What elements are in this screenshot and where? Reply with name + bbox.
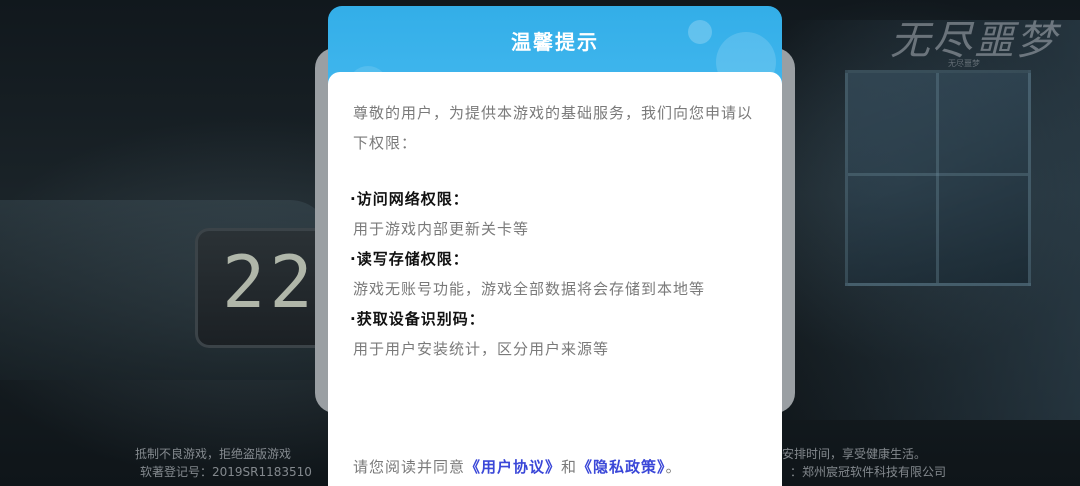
user-agreement-link[interactable]: 《用户协议》: [465, 458, 561, 476]
permission-device-id-desc: 用于用户安装统计，区分用户来源等: [353, 340, 610, 358]
agreement-line: 请您阅读并同意《用户协议》和《隐私政策》。: [353, 456, 682, 477]
agreement-conjunction: 和: [561, 458, 578, 476]
permission-network-title: ·访问网络权限：: [350, 190, 469, 208]
permission-storage-desc: 游戏无账号功能，游戏全部数据将会存储到本地等: [353, 280, 706, 298]
agreement-suffix: 。: [665, 458, 682, 476]
clock-digits: 22: [222, 240, 317, 324]
company-name: ：郑州宸冠软件科技有限公司: [790, 465, 947, 479]
agreement-prefix: 请您阅读并同意: [353, 458, 466, 476]
dialog-intro: 尊敬的用户，为提供本游戏的基础服务，我们向您申请以下权限：: [353, 104, 754, 152]
permission-dialog: 尊敬的用户，为提供本游戏的基础服务，我们向您申请以下权限： ·访问网络权限： 用…: [328, 72, 782, 486]
software-registration: 软著登记号：2019SR1183510: [140, 465, 312, 479]
game-logo-subtitle: 无尽噩梦: [948, 59, 980, 68]
health-notice-right: 理安排时间，享受健康生活。: [770, 447, 927, 461]
background-window: [845, 70, 1031, 286]
dialog-title: 温馨提示: [511, 30, 599, 54]
permission-device-id-title: ·获取设备识别码：: [350, 310, 485, 328]
permission-network-desc: 用于游戏内部更新关卡等: [353, 220, 530, 238]
privacy-policy-link[interactable]: 《隐私政策》: [577, 458, 666, 476]
permission-storage-title: ·读写存储权限：: [350, 250, 469, 268]
health-notice-left: 抵制不良游戏，拒绝盗版游戏: [135, 447, 292, 461]
